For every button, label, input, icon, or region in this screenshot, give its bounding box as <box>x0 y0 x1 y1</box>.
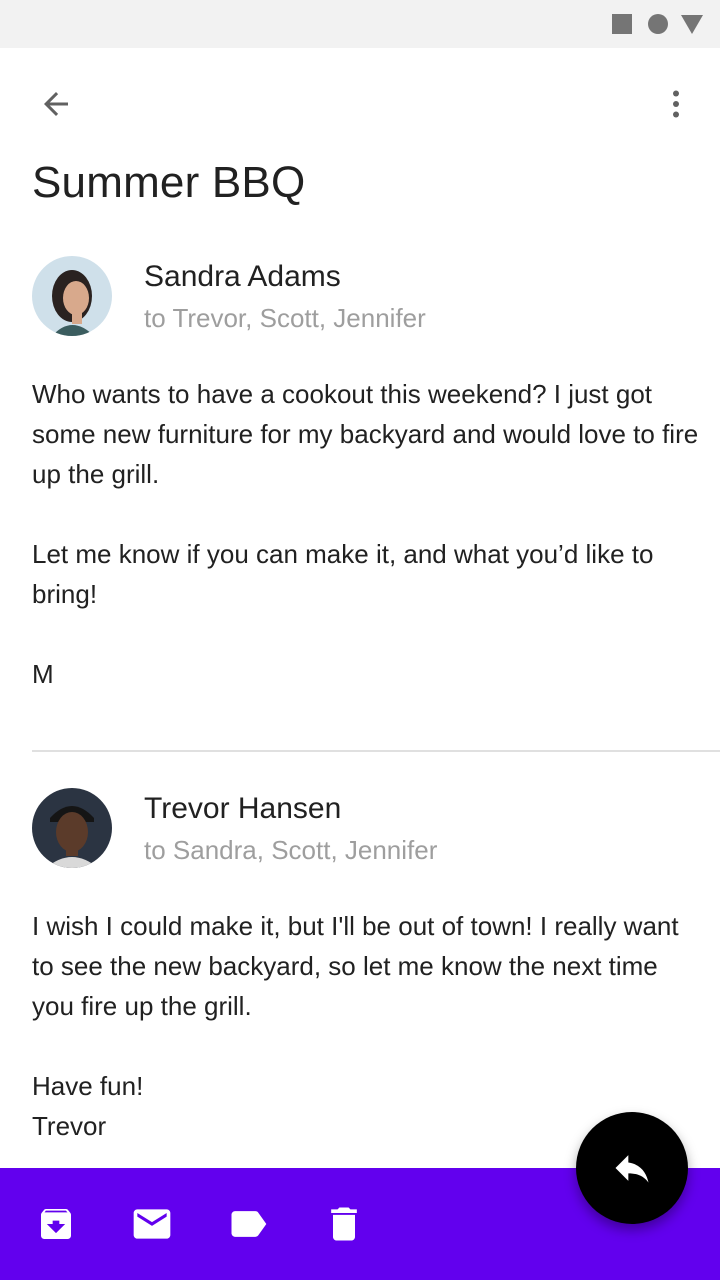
label-icon <box>231 1211 267 1237</box>
arrow-back-icon <box>44 92 68 116</box>
body-paragraph: I wish I could make it, but I'll be out … <box>32 911 679 1021</box>
mail-icon <box>133 1209 171 1239</box>
label-button[interactable] <box>224 1200 272 1248</box>
more-vert-icon <box>673 90 679 118</box>
back-button[interactable] <box>32 80 80 128</box>
body-paragraph: Let me know if you can make it, and what… <box>32 539 654 609</box>
recipients: to Trevor, Scott, Jennifer <box>144 303 426 333</box>
message-body: Who wants to have a cookout this weekend… <box>32 374 702 694</box>
more-options-button[interactable] <box>652 80 700 128</box>
sender-photo <box>32 256 112 336</box>
delete-button[interactable] <box>320 1200 368 1248</box>
message-body: I wish I could make it, but I'll be out … <box>32 906 702 1146</box>
message-divider <box>32 750 720 752</box>
body-paragraph: Have fun! <box>32 1071 144 1101</box>
email-subject: Summer BBQ <box>32 158 306 207</box>
avatar[interactable] <box>32 788 112 868</box>
recipients: to Sandra, Scott, Jennifer <box>144 835 438 865</box>
home-icon <box>648 14 668 34</box>
sender-photo <box>32 788 112 868</box>
sender-name: Trevor Hansen <box>144 792 342 825</box>
status-bar <box>0 0 720 48</box>
avatar[interactable] <box>32 256 112 336</box>
back-nav-icon <box>681 15 703 34</box>
recents-icon <box>612 14 632 34</box>
archive-button[interactable] <box>32 1200 80 1248</box>
body-signature: M <box>32 659 54 689</box>
email-detail-screen: Summer BBQ Sandra Adams to Trevor, Scott… <box>0 0 720 1280</box>
delete-icon <box>331 1207 357 1241</box>
mark-unread-button[interactable] <box>128 1200 176 1248</box>
archive-icon <box>41 1209 71 1239</box>
reply-icon <box>615 1155 649 1183</box>
reply-fab[interactable] <box>576 1112 688 1224</box>
sender-name: Sandra Adams <box>144 260 341 293</box>
body-paragraph: Who wants to have a cookout this weekend… <box>32 379 699 489</box>
